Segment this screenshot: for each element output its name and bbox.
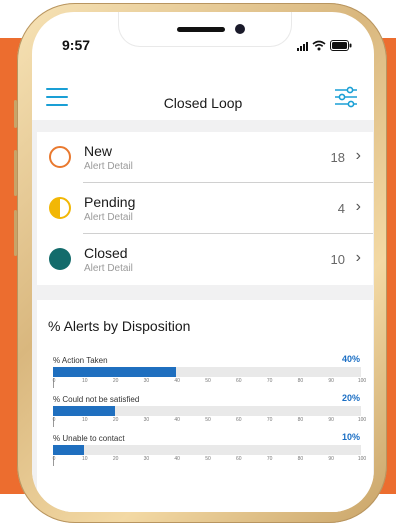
cellular-signal-icon [297, 41, 308, 51]
bar-category-label: % Could not be satisfied [53, 395, 140, 404]
bar-axis: 0 10 20 30 40 50 60 70 80 90 100 [53, 417, 366, 427]
status-subtitle: Alert Detail [84, 263, 133, 274]
side-button-left-bottom [14, 210, 17, 256]
bar-fill [53, 367, 177, 377]
status-title: New [84, 143, 113, 159]
status-subtitle: Alert Detail [84, 212, 133, 223]
bar-fill [53, 406, 115, 416]
axis-tick-label: 40 [174, 378, 180, 384]
status-icons [297, 39, 352, 51]
chevron-right-icon: › [355, 147, 361, 164]
axis-tick-label: 90 [328, 417, 334, 423]
bar-row: % Action Taken 40% 0 10 20 30 40 50 60 70 80 90 100 [48, 354, 368, 392]
axis-tick-label: 80 [297, 456, 304, 462]
axis-tick-label: 30 [143, 417, 150, 423]
axis-tick-label: 30 [143, 378, 150, 384]
chevron-right-icon: › [355, 249, 361, 266]
bar-track [53, 367, 361, 377]
axis-tick-label: 0 [52, 417, 56, 423]
axis-tick-label: 100 [357, 456, 367, 462]
axis-tick-label: 80 [297, 417, 304, 423]
bar-axis: 0 10 20 30 40 50 60 70 80 90 100 [53, 456, 366, 466]
axis-tick-label: 90 [328, 378, 334, 384]
bar-value-label: 40% [341, 354, 360, 364]
axis-tick-label: 40 [174, 417, 180, 423]
front-camera [235, 24, 245, 34]
pending-status-half-icon [49, 197, 71, 219]
axis-tick-label: 0 [52, 378, 56, 384]
axis-tick-label: 10 [82, 456, 88, 462]
bar-axis: 0 10 20 30 40 50 60 70 80 90 100 [53, 378, 366, 388]
axis-tick-label: 70 [266, 417, 273, 423]
axis-tick-label: 10 [82, 417, 88, 423]
disposition-chart-card: % Alerts by Disposition % Action Taken 40… [37, 300, 373, 512]
axis-tick-label: 50 [205, 378, 211, 384]
status-row-new[interactable]: New Alert Detail 18 › [37, 132, 373, 183]
status-count: 4 [337, 201, 345, 216]
bar-category-label: % Unable to contact [53, 434, 125, 443]
status-title: Closed [84, 245, 128, 261]
bar-category-label: % Action Taken [53, 356, 108, 365]
axis-tick-label: 60 [236, 456, 242, 462]
bar-track [53, 445, 361, 455]
chart-title: % Alerts by Disposition [48, 318, 191, 334]
axis-tick-label: 100 [357, 378, 367, 384]
side-button-left-lower [14, 150, 17, 196]
axis-tick-label: 20 [112, 417, 119, 423]
axis-tick-label: 0 [52, 456, 56, 462]
filter-sliders-icon[interactable] [334, 86, 358, 108]
status-subtitle: Alert Detail [84, 161, 133, 172]
axis-tick-label: 20 [112, 378, 119, 384]
side-button-left-upper [14, 100, 17, 128]
new-status-ring-icon [49, 146, 71, 168]
axis-tick-label: 40 [174, 456, 180, 462]
battery-icon [330, 40, 352, 51]
axis-tick-label: 60 [236, 378, 242, 384]
phone-notch [118, 12, 292, 47]
wifi-icon [312, 40, 326, 51]
bar-value-label: 20% [341, 393, 360, 403]
axis-tick-label: 70 [266, 378, 273, 384]
bar-track [53, 406, 361, 416]
bar-fill [53, 445, 84, 455]
status-count: 18 [330, 150, 345, 165]
page-title: Closed Loop [163, 95, 243, 111]
status-row-closed[interactable]: Closed Alert Detail 10 › [37, 234, 373, 285]
status-bar: 9:57 [32, 12, 374, 68]
axis-tick-label: 90 [328, 456, 334, 462]
status-title: Pending [84, 194, 136, 210]
axis-tick-label: 80 [297, 378, 304, 384]
axis-tick-label: 20 [112, 456, 119, 462]
axis-tick-label: 70 [266, 456, 273, 462]
axis-tick-label: 30 [143, 456, 150, 462]
bar-value-label: 10% [341, 432, 360, 442]
bar-row: % Could not be satisfied 20% 0 10 20 30 40 50 60… [48, 393, 368, 431]
chevron-right-icon: › [355, 198, 361, 215]
status-row-pending[interactable]: Pending Alert Detail 4 › [37, 183, 373, 234]
speaker-grille [177, 27, 225, 32]
navigation-bar: Closed Loop [32, 68, 374, 120]
axis-tick-label: 10 [82, 378, 88, 384]
bar-row: % Unable to contact 10% 0 10 20 30 40 50 60 70 80 9… [48, 432, 368, 470]
closed-status-solid-icon [49, 248, 71, 270]
status-list: New Alert Detail 18 › Pending Alert Deta… [37, 132, 373, 285]
status-count: 10 [330, 252, 345, 267]
axis-tick-label: 50 [205, 456, 211, 462]
status-time: 9:57 [62, 37, 91, 53]
phone-screen: 9:57 Closed Loop New Alert Detail 18 › P… [32, 12, 374, 512]
axis-tick-label: 50 [205, 417, 211, 423]
axis-tick-label: 100 [357, 417, 367, 423]
content-area: New Alert Detail 18 › Pending Alert Deta… [32, 120, 374, 512]
axis-tick-label: 60 [236, 417, 242, 423]
